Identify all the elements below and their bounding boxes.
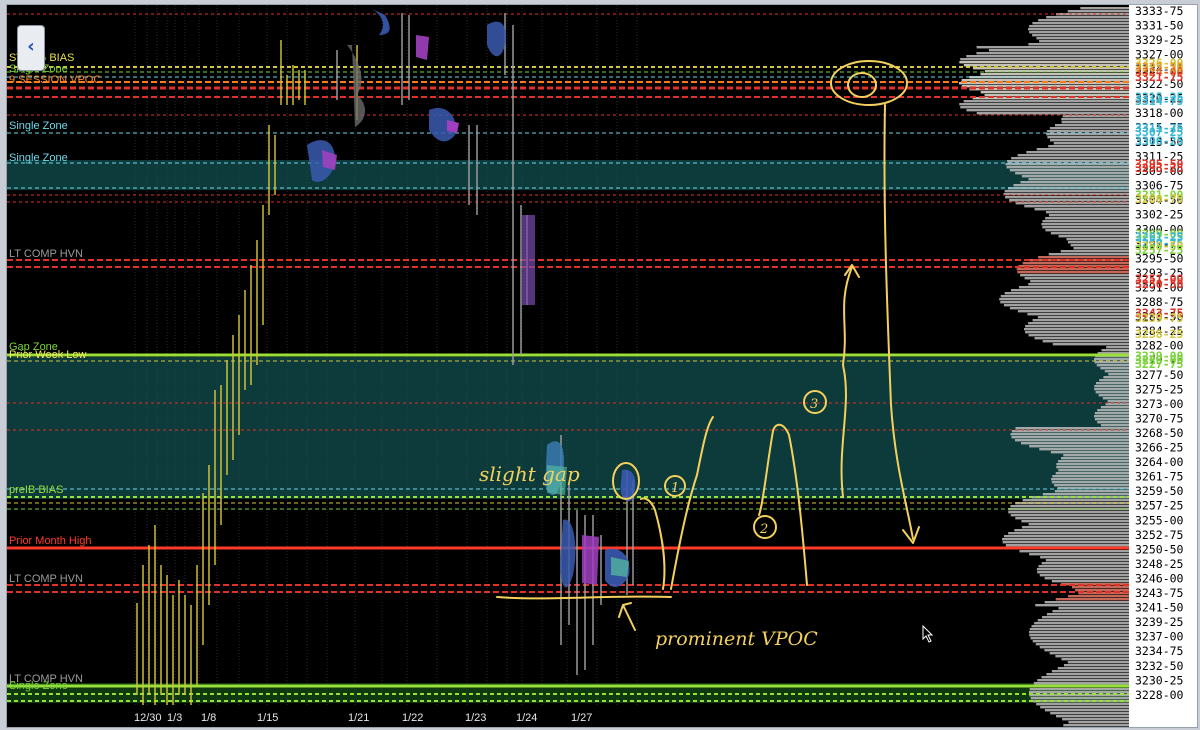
price-tick-label: 3246-00 [1135,571,1184,585]
profile-blobs [307,9,636,588]
annotation-arrow-vpoc [618,602,636,631]
market-profile-chart[interactable]: 3333-753331-503329-253327-003324-753322-… [7,5,1198,728]
level-label-single-zone-2: Single Zone [9,120,68,132]
annotation-label-2: 2 [759,522,768,537]
annotation-prominent-vpoc: prominent VPOC [655,628,818,650]
price-tick-label: 3237-00 [1135,630,1184,644]
price-highlight-label: 3321-75 [1135,70,1184,84]
level-label-9-session-vpoc: 9 SESSION VPOC [9,74,101,86]
price-tick-label: 3275-25 [1135,382,1183,396]
price-tick-label: 3243-75 [1135,586,1183,600]
price-tick-label: 3230-25 [1135,673,1183,687]
price-tick-label: 3259-50 [1135,484,1184,498]
date-label: 1/8 [201,712,216,724]
date-label: 1/23 [465,712,486,724]
price-tick-label: 3333-75 [1135,5,1183,18]
date-label: 1/27 [571,712,592,724]
price-tick-label: 3228-00 [1135,688,1184,702]
collapse-panel-button[interactable]: ‹ [17,25,45,71]
level-label-prior-month-high: Prior Month High [9,535,92,547]
date-label: 1/21 [348,712,369,724]
price-tick-label: 3331-50 [1135,19,1184,33]
price-tick-label: 3268-50 [1135,426,1184,440]
price-highlight-label: 3257-25 [1135,243,1184,257]
price-tick-label: 3302-25 [1135,208,1183,222]
level-label-single-zone-4: Single Zone [9,680,68,692]
price-tick-label: 3248-25 [1135,557,1183,571]
price-highlight-label: 3314-75 [1135,94,1184,108]
date-label: 1/22 [402,712,423,724]
annotation-slight-gap: slight gap [479,462,580,486]
price-tick-label: 3234-75 [1135,644,1183,658]
chart-window: 3333-75 3331-50 3329-25 3327-00 3324-75 3322-… [6,4,1198,728]
annotation-vpoc-line [496,595,672,600]
price-tick-label: 3252-75 [1135,528,1183,542]
level-label-single-zone-3: Single Zone [9,152,68,164]
price-tick-label: 3255-00 [1135,513,1184,527]
date-label: 12/30 [134,712,162,724]
price-highlight-label: 3280-75 [1135,192,1184,206]
price-tick-label: 3257-25 [1135,499,1183,513]
date-label: 1/15 [257,712,278,724]
price-tick-label: 3232-50 [1135,659,1184,673]
date-label: 1/3 [167,712,182,724]
level-label-lt-comp-hvn: LT COMP HVN [9,248,83,260]
price-highlight-label: 3306-25 [1135,134,1184,148]
price-tick-label: 3250-50 [1135,542,1184,556]
price-highlight-label: 3227-75 [1135,357,1184,371]
price-tick-label: 3266-25 [1135,441,1183,455]
date-label: 1/24 [516,712,537,724]
price-tick-label: 3241-50 [1135,601,1184,615]
level-label-lt-comp-hvn-2: LT COMP HVN [9,573,83,585]
annotation-path-1 [640,497,666,590]
price-tick-label: 3273-00 [1135,397,1184,411]
price-highlight-label: 3238-25 [1135,327,1184,341]
annotation-label-3: 3 [810,397,818,412]
price-highlight-label: 3293-25 [1135,161,1184,175]
price-tick-label: 3270-75 [1135,411,1183,425]
annotation-label-1: 1 [671,481,679,496]
price-tick-label: 3329-25 [1135,33,1183,47]
level-label-preib-bias: preIB BIAS [9,484,63,496]
price-tick-label: 3261-75 [1135,470,1183,484]
price-tick-label: 3264-00 [1135,455,1184,469]
price-highlight-label: 3250-50 [1135,277,1184,291]
price-highlight-label: 3239-75 [1135,311,1184,325]
price-tick-label: 3239-25 [1135,615,1183,629]
mouse-cursor-icon [922,625,934,643]
level-label-prior-week-low: Prior Week Low [9,349,86,361]
